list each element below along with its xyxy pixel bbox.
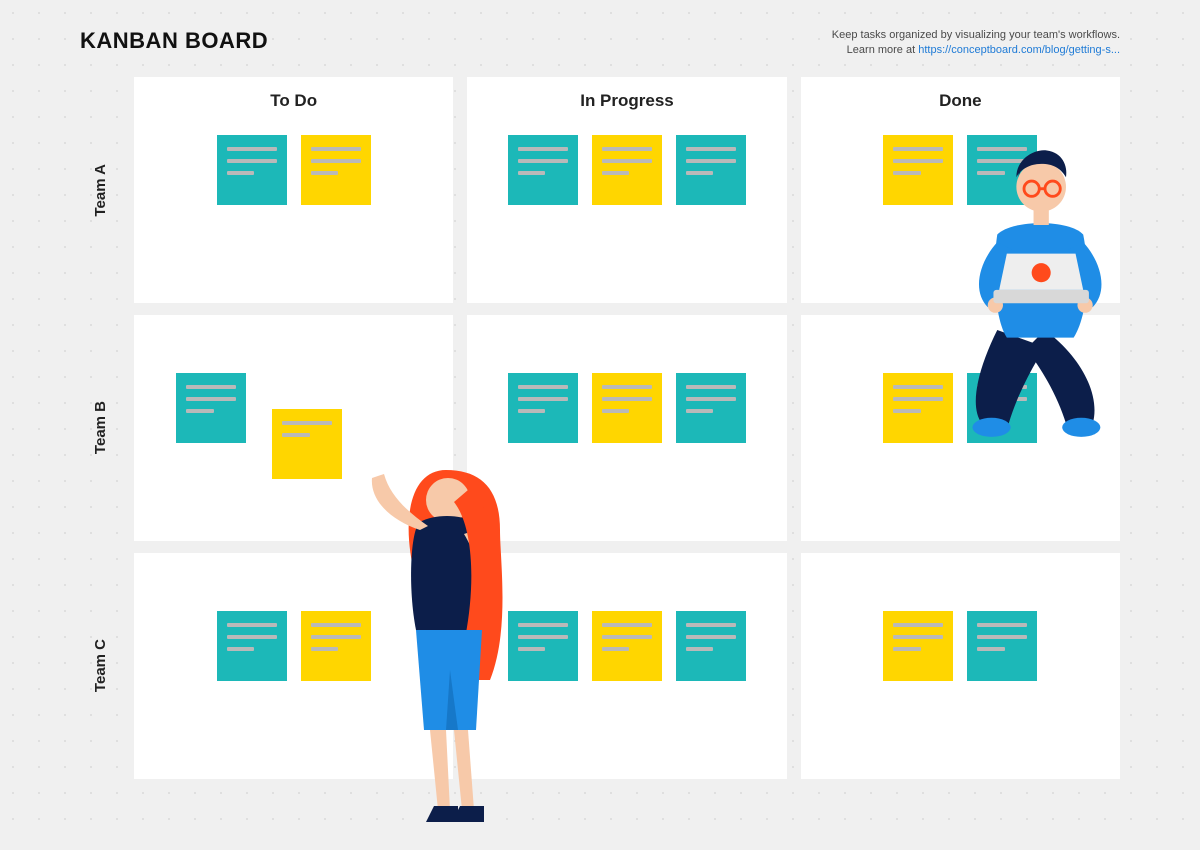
kanban-card[interactable]: [883, 373, 953, 443]
kanban-card[interactable]: [508, 611, 578, 681]
kanban-card[interactable]: [883, 135, 953, 205]
cell-team-c-done[interactable]: .: [801, 553, 1120, 779]
cell-team-c-inprogress[interactable]: .: [467, 553, 786, 779]
help-line-2-prefix: Learn more at: [847, 44, 919, 56]
help-text: Keep tasks organized by visualizing your…: [832, 28, 1120, 59]
cell-team-a-done[interactable]: Done: [801, 77, 1120, 303]
kanban-card[interactable]: [272, 409, 342, 479]
cell-team-b-done[interactable]: .: [801, 315, 1120, 541]
kanban-card[interactable]: [592, 135, 662, 205]
kanban-card[interactable]: [592, 373, 662, 443]
row-label-team-a: Team A: [92, 164, 109, 217]
cell-team-b-todo[interactable]: .: [134, 315, 453, 541]
column-header-done: Done: [819, 91, 1102, 111]
column-header-todo: To Do: [152, 91, 435, 111]
row-label-team-b: Team B: [92, 401, 109, 454]
page-title: KANBAN BOARD: [80, 28, 268, 54]
kanban-card[interactable]: [883, 611, 953, 681]
cell-team-b-inprogress[interactable]: .: [467, 315, 786, 541]
cell-team-a-todo[interactable]: To Do: [134, 77, 453, 303]
kanban-card[interactable]: [176, 373, 246, 443]
row-label-team-c: Team C: [92, 639, 109, 692]
cell-team-a-inprogress[interactable]: In Progress: [467, 77, 786, 303]
kanban-card[interactable]: [508, 373, 578, 443]
kanban-card[interactable]: [301, 611, 371, 681]
kanban-board: Team A To Do In Progress Done Team: [80, 77, 1120, 779]
help-line-1: Keep tasks organized by visualizing your…: [832, 29, 1120, 41]
kanban-card[interactable]: [676, 611, 746, 681]
kanban-card[interactable]: [967, 135, 1037, 205]
kanban-card[interactable]: [508, 135, 578, 205]
kanban-card[interactable]: [217, 135, 287, 205]
kanban-card[interactable]: [301, 135, 371, 205]
kanban-card[interactable]: [676, 373, 746, 443]
kanban-card[interactable]: [676, 135, 746, 205]
kanban-card[interactable]: [217, 611, 287, 681]
help-link[interactable]: https://conceptboard.com/blog/getting-s.…: [918, 44, 1120, 56]
kanban-card[interactable]: [967, 611, 1037, 681]
kanban-card[interactable]: [592, 611, 662, 681]
cell-team-c-todo[interactable]: .: [134, 553, 453, 779]
kanban-card[interactable]: [967, 373, 1037, 443]
column-header-inprogress: In Progress: [485, 91, 768, 111]
